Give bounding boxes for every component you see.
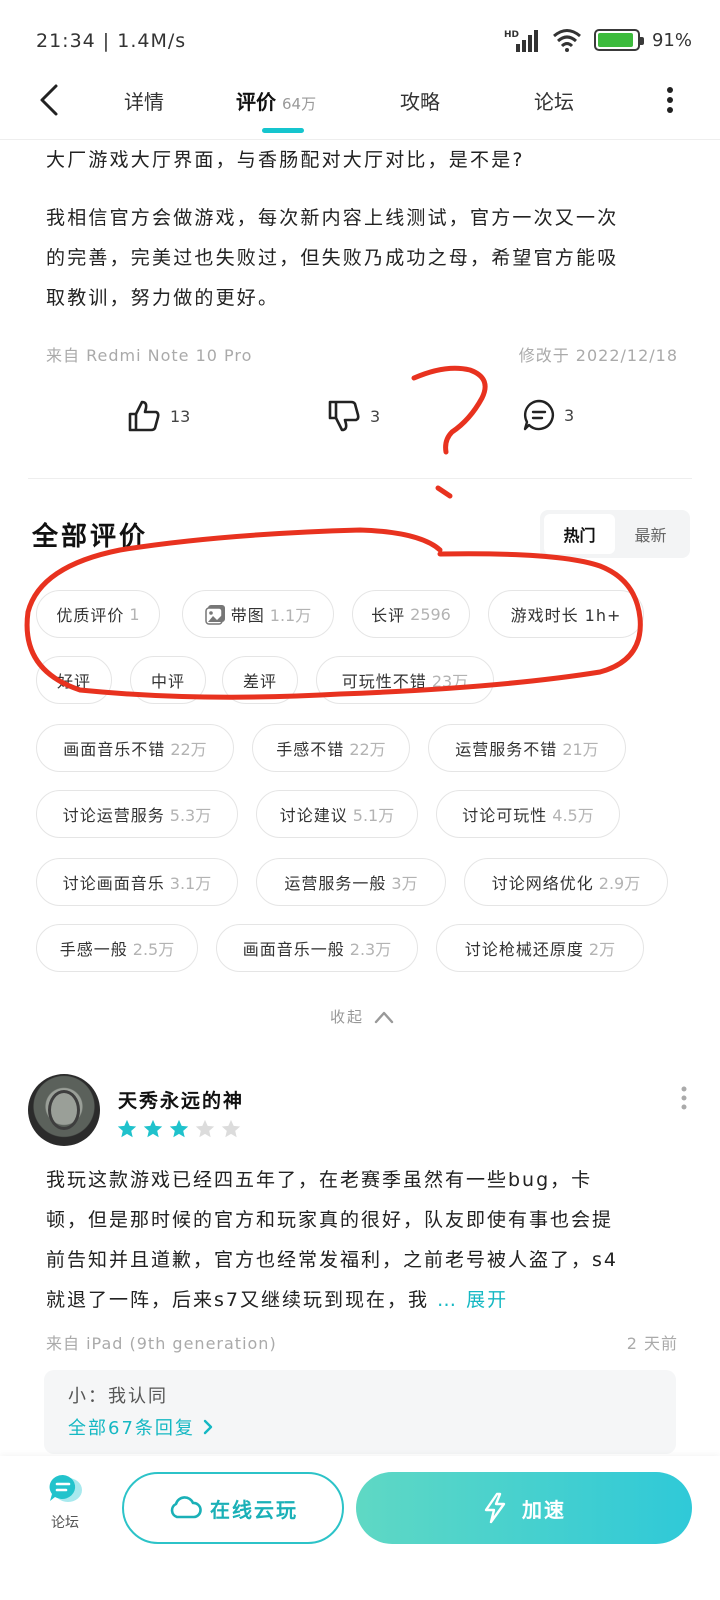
- star-icon: [221, 1119, 241, 1138]
- forum-label: 论坛: [51, 1515, 79, 1531]
- comment-body: 我玩这款游戏已经四五年了，在老赛季虽然有一些bug，卡 顿，但是那时候的官方和玩…: [46, 1169, 618, 1311]
- tab-reviews-label: 评价: [236, 90, 276, 114]
- battery-icon: [593, 29, 644, 51]
- status-time-speed: 21:34 | 1.4M/s: [36, 30, 187, 52]
- review-paragraph-2: 我相信官方会做游戏，每次新内容上线测试，官方一次又一次 的完善，完美过也失败过，…: [46, 207, 619, 309]
- reply-count: 3: [564, 405, 575, 425]
- filter-chip-discuss-visual-music[interactable]: 讨论画面音乐 3.1万: [36, 858, 238, 906]
- comment-meta: 来自 iPad (9th generation) 2 天前: [46, 1330, 678, 1354]
- filter-chip-feel-average[interactable]: 手感一般 2.5万: [36, 924, 198, 972]
- more-vertical-icon[interactable]: [680, 1086, 688, 1110]
- chevron-right-icon: [203, 1419, 213, 1435]
- dislike-count: 3: [370, 406, 381, 426]
- star-icon: [117, 1119, 137, 1138]
- cloud-play-button[interactable]: 在线云玩: [122, 1472, 344, 1544]
- collapse-button[interactable]: 收起: [330, 1006, 394, 1027]
- thumbs-down-icon: [328, 400, 360, 432]
- section-title: 全部评价: [32, 522, 149, 552]
- filter-chip-visual-music-good[interactable]: 画面音乐不错 22万: [36, 724, 234, 772]
- reply-text: 小：我认同: [68, 1386, 168, 1407]
- review-modified: 修改于 2022/12/18: [518, 346, 678, 365]
- star-rating: [116, 1118, 242, 1140]
- filter-chip-discuss-suggestions[interactable]: 讨论建议 5.1万: [256, 790, 418, 838]
- battery-percent: 91%: [651, 29, 692, 51]
- filter-chip-playtime[interactable]: 游戏时长 1h+: [488, 590, 644, 638]
- comment-device: 来自 iPad (9th generation): [46, 1334, 277, 1353]
- tab-reviews[interactable]: 评价 64万: [236, 86, 316, 115]
- sort-hot-button[interactable]: 热门: [544, 514, 615, 554]
- annotation-question-mark: [411, 365, 488, 455]
- star-icon: [169, 1119, 189, 1138]
- thumbs-up-icon: [128, 400, 160, 432]
- image-icon: [205, 605, 225, 625]
- annotation-question-dot: [435, 485, 453, 499]
- reply-button[interactable]: 3: [522, 398, 574, 432]
- review-meta: 来自 Redmi Note 10 Pro 修改于 2022/12/18: [46, 342, 678, 366]
- review-device: 来自 Redmi Note 10 Pro: [46, 346, 253, 365]
- expand-link[interactable]: … 展开: [437, 1289, 508, 1311]
- hd-label: HD: [504, 30, 519, 40]
- more-vertical-icon[interactable]: [666, 86, 674, 114]
- status-bar: 21:34 | 1.4M/s HD 91%: [0, 0, 720, 80]
- filter-chip-ops-average[interactable]: 运营服务一般 3万: [256, 858, 446, 906]
- filter-chip-quality[interactable]: 优质评价 1: [36, 590, 160, 638]
- top-nav: 详情 评价 64万 攻略 论坛: [0, 72, 720, 140]
- tab-details[interactable]: 详情: [124, 86, 164, 115]
- star-icon: [143, 1119, 163, 1138]
- tab-forum[interactable]: 论坛: [534, 86, 574, 115]
- like-count: 13: [170, 406, 191, 426]
- filter-chip-long-review[interactable]: 长评 2596: [352, 590, 470, 638]
- reply-preview[interactable]: 小：我认同 全部67条回复: [44, 1370, 676, 1454]
- review-paragraph-1: 大厂游戏大厅界面，与香肠配对大厅对比，是不是?: [46, 149, 525, 171]
- filter-chip-playability-good[interactable]: 可玩性不错 23万: [316, 656, 494, 704]
- filter-chip-positive[interactable]: 好评: [36, 656, 112, 704]
- forum-button[interactable]: 论坛: [40, 1472, 90, 1532]
- sort-toggle: 热门 最新: [540, 510, 690, 558]
- battery-fill: [597, 33, 633, 47]
- filter-chip-discuss-playability[interactable]: 讨论可玩性 4.5万: [436, 790, 620, 838]
- comment-username[interactable]: 天秀永远的神: [118, 1086, 244, 1113]
- wifi-icon: [553, 29, 581, 52]
- comment-bubble-icon: [523, 399, 554, 431]
- cloud-icon: [170, 1496, 202, 1519]
- bottom-action-bar: 论坛 在线云玩 加速: [0, 1456, 720, 1600]
- avatar[interactable]: [28, 1074, 100, 1146]
- filter-chip-discuss-network[interactable]: 讨论网络优化 2.9万: [464, 858, 668, 906]
- filter-chip-visual-music-average[interactable]: 画面音乐一般 2.3万: [216, 924, 418, 972]
- forum-chat-icon: [49, 1474, 82, 1502]
- active-tab-indicator: [262, 128, 304, 133]
- filter-chip-discuss-ops[interactable]: 讨论运营服务 5.3万: [36, 790, 238, 838]
- filter-chip-with-images[interactable]: 带图 1.1万: [182, 590, 334, 638]
- filter-chip-neutral[interactable]: 中评: [130, 656, 206, 704]
- all-replies-link[interactable]: 全部67条回复: [68, 1414, 652, 1440]
- divider: [28, 478, 692, 479]
- star-icon: [195, 1119, 215, 1138]
- filter-chip-discuss-gun-fidelity[interactable]: 讨论枪械还原度 2万: [436, 924, 644, 972]
- chevron-up-icon: [374, 1011, 394, 1023]
- filter-chip-feel-good[interactable]: 手感不错 22万: [252, 724, 410, 772]
- signal-icon: HD: [504, 30, 538, 52]
- filter-chip-ops-good[interactable]: 运营服务不错 21万: [428, 724, 626, 772]
- tab-reviews-count: 64万: [282, 95, 317, 113]
- back-arrow-icon[interactable]: [34, 82, 70, 118]
- tab-guides[interactable]: 攻略: [400, 86, 440, 115]
- filter-chip-negative[interactable]: 差评: [222, 656, 298, 704]
- sort-newest-button[interactable]: 最新: [615, 514, 686, 554]
- boost-button[interactable]: 加速: [356, 1472, 692, 1544]
- like-button[interactable]: 13: [126, 398, 190, 434]
- dislike-button[interactable]: 3: [326, 398, 380, 434]
- lightning-icon: [484, 1492, 506, 1524]
- comment-time: 2 天前: [626, 1334, 678, 1353]
